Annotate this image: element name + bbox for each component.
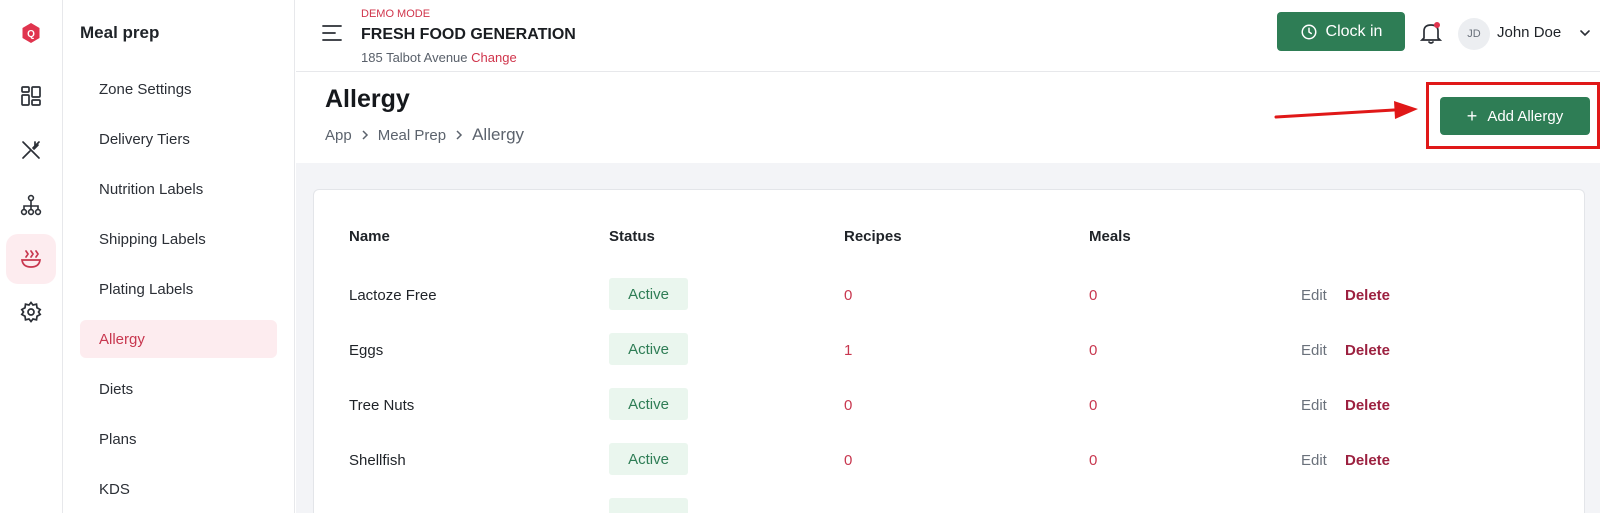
table-row: Lactoze Free Active 0 0 Edit Delete xyxy=(314,276,1584,316)
breadcrumb-current: Allergy xyxy=(472,125,525,144)
plus-icon: + xyxy=(1466,106,1478,126)
edit-link[interactable]: Edit xyxy=(1301,287,1327,304)
rail-settings[interactable] xyxy=(6,287,56,337)
settings-icon xyxy=(20,301,42,323)
status-badge: Active xyxy=(609,333,688,365)
icon-rail: Q xyxy=(0,0,63,513)
clock-icon xyxy=(1301,24,1317,39)
allergy-name: Tree Nuts xyxy=(349,397,415,414)
meals-count[interactable]: 0 xyxy=(1089,342,1097,359)
address-text: 185 Talbot Avenue xyxy=(361,50,468,65)
allergy-name: Lactoze Free xyxy=(349,287,437,304)
add-allergy-button[interactable]: + Add Allergy xyxy=(1440,97,1590,135)
org-chart-icon xyxy=(20,194,42,216)
change-location-link[interactable]: Change xyxy=(471,50,517,65)
avatar[interactable]: JD xyxy=(1458,18,1490,50)
page-title: Allergy xyxy=(325,85,410,113)
meals-count[interactable]: 0 xyxy=(1089,452,1097,469)
chevron-right-icon xyxy=(362,130,368,140)
allergy-table-card: Name Status Recipes Meals Lactoze Free A… xyxy=(313,189,1585,513)
annotation-arrow xyxy=(1274,101,1418,119)
allergy-name: Shellfish xyxy=(349,452,406,469)
sidebar-item-zone-settings[interactable]: Zone Settings xyxy=(80,70,277,108)
brand-name: FRESH FOOD GENERATION xyxy=(361,26,576,43)
delete-link[interactable]: Delete xyxy=(1345,397,1390,414)
column-header-name: Name xyxy=(349,228,390,245)
app-logo[interactable]: Q xyxy=(6,8,56,58)
table-row: Eggs Active 1 0 Edit Delete xyxy=(314,331,1584,371)
logo-icon: Q xyxy=(22,23,40,43)
sidebar-item-nutrition-labels[interactable]: Nutrition Labels xyxy=(80,170,277,208)
chevron-down-icon[interactable] xyxy=(1579,27,1591,39)
chevron-right-icon xyxy=(456,130,463,140)
rail-dashboard[interactable] xyxy=(6,71,56,121)
main-content: Allergy App Meal Prep Allergy + Add Alle… xyxy=(296,73,1600,513)
svg-text:Q: Q xyxy=(27,29,35,40)
status-badge: Active xyxy=(609,388,688,420)
sidebar: Meal prep Zone Settings Delivery Tiers N… xyxy=(63,0,295,513)
clock-in-label: Clock in xyxy=(1325,22,1383,40)
rail-organization[interactable] xyxy=(6,180,56,230)
recipes-count[interactable]: 0 xyxy=(844,452,852,469)
sidebar-item-kds[interactable]: KDS xyxy=(80,470,277,508)
rail-meal-prep[interactable] xyxy=(6,234,56,284)
table-row: Tree Nuts Active 0 0 Edit Delete xyxy=(314,386,1584,426)
meals-count[interactable]: 0 xyxy=(1089,397,1097,414)
edit-link[interactable]: Edit xyxy=(1301,397,1327,414)
breadcrumb-meal-prep[interactable]: Meal Prep xyxy=(378,127,446,144)
column-header-recipes: Recipes xyxy=(844,228,902,245)
sidebar-item-plans[interactable]: Plans xyxy=(80,420,277,458)
page-header: Allergy App Meal Prep Allergy + Add Alle… xyxy=(296,73,1600,163)
demo-mode-label: DEMO MODE xyxy=(361,8,431,20)
status-badge-partial xyxy=(609,498,688,513)
meal-prep-icon xyxy=(21,250,41,268)
add-allergy-label: Add Allergy xyxy=(1487,107,1564,125)
sidebar-item-delivery-tiers[interactable]: Delivery Tiers xyxy=(80,120,277,158)
breadcrumb: App Meal Prep Allergy xyxy=(325,125,524,145)
utensils-icon xyxy=(22,141,40,159)
breadcrumb-app[interactable]: App xyxy=(325,127,352,144)
sidebar-item-plating-labels[interactable]: Plating Labels xyxy=(80,270,277,308)
clock-in-button[interactable]: Clock in xyxy=(1277,12,1405,51)
notification-bell-icon[interactable] xyxy=(1420,21,1442,45)
dashboard-icon xyxy=(21,86,41,106)
table-row-partial xyxy=(314,496,1584,513)
sidebar-title: Meal prep xyxy=(80,23,160,42)
delete-link[interactable]: Delete xyxy=(1345,342,1390,359)
edit-link[interactable]: Edit xyxy=(1301,342,1327,359)
status-badge: Active xyxy=(609,278,688,310)
delete-link[interactable]: Delete xyxy=(1345,452,1390,469)
recipes-count[interactable]: 1 xyxy=(844,342,852,359)
table-row: Shellfish Active 0 0 Edit Delete xyxy=(314,441,1584,481)
edit-link[interactable]: Edit xyxy=(1301,452,1327,469)
hamburger-menu-icon[interactable] xyxy=(322,24,342,42)
sidebar-item-allergy[interactable]: Allergy xyxy=(80,320,277,358)
recipes-count[interactable]: 0 xyxy=(844,287,852,304)
user-name[interactable]: John Doe xyxy=(1497,24,1561,41)
recipes-count[interactable]: 0 xyxy=(844,397,852,414)
location-address: 185 Talbot Avenue Change xyxy=(361,50,517,65)
status-badge: Active xyxy=(609,443,688,475)
column-header-status: Status xyxy=(609,228,655,245)
sidebar-item-shipping-labels[interactable]: Shipping Labels xyxy=(80,220,277,258)
sidebar-item-diets[interactable]: Diets xyxy=(80,370,277,408)
rail-menu[interactable] xyxy=(6,125,56,175)
top-bar: DEMO MODE FRESH FOOD GENERATION 185 Talb… xyxy=(296,0,1600,72)
column-header-meals: Meals xyxy=(1089,228,1131,245)
meals-count[interactable]: 0 xyxy=(1089,287,1097,304)
allergy-name: Eggs xyxy=(349,342,384,359)
delete-link[interactable]: Delete xyxy=(1345,287,1390,304)
